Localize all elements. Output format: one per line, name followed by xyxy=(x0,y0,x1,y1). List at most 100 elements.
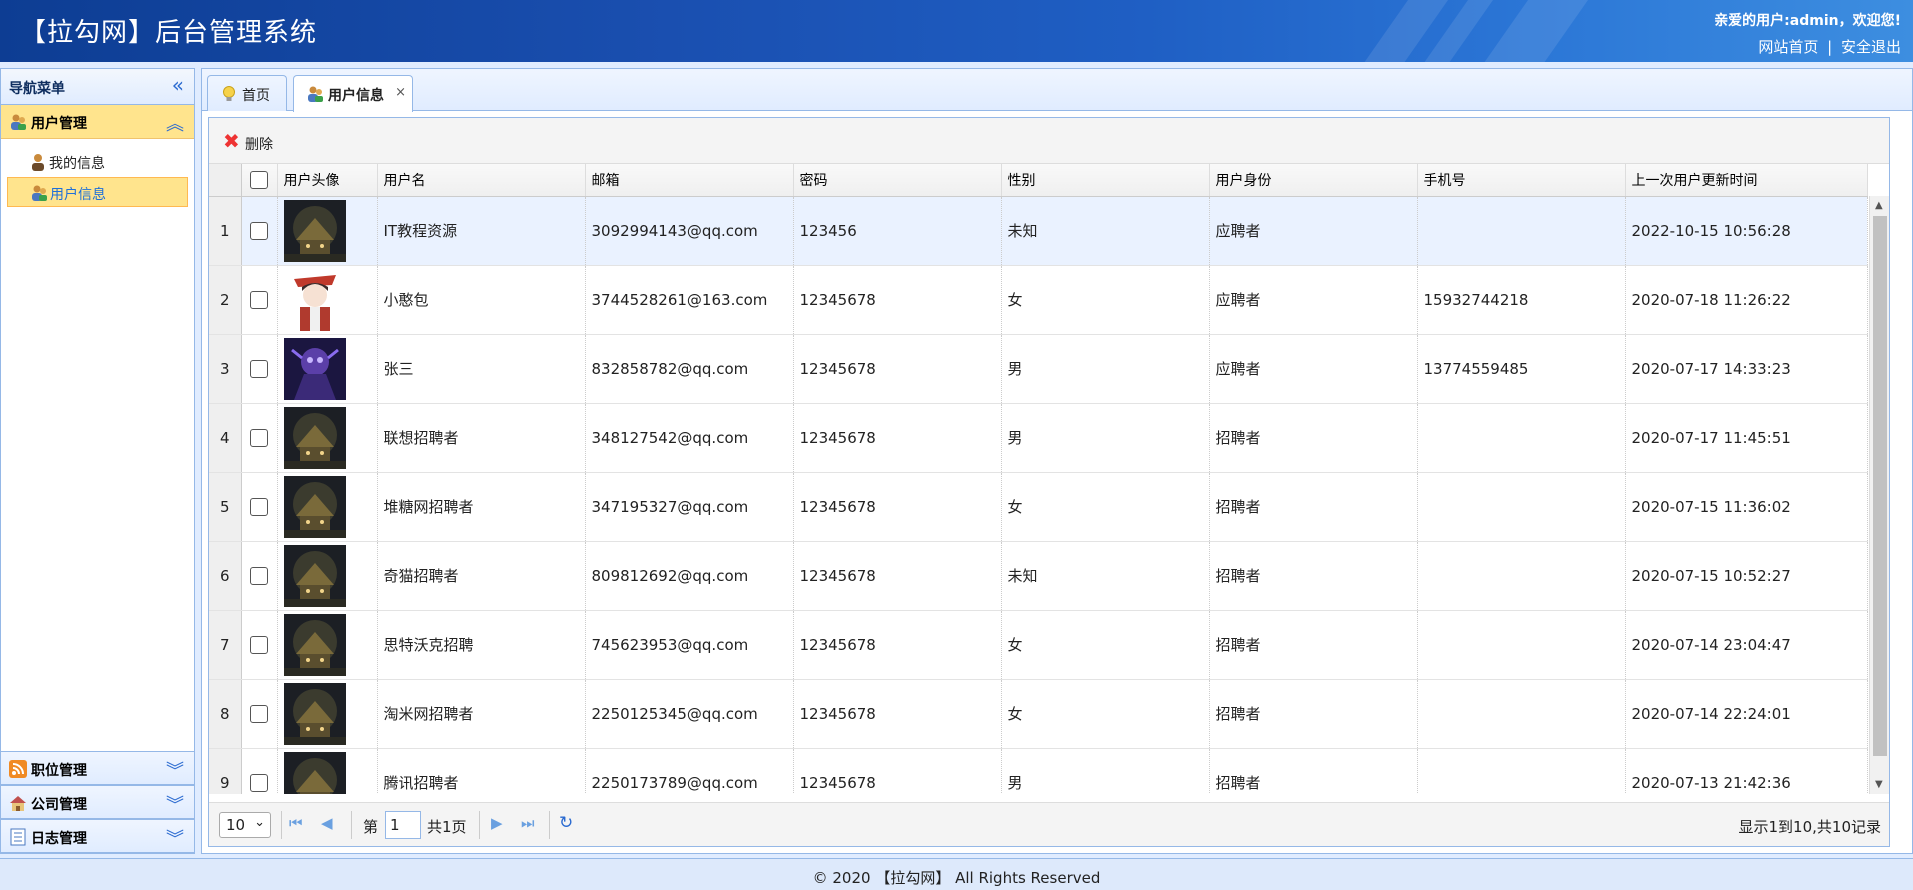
panel-label: 日志管理 xyxy=(31,831,87,847)
select-all-checkbox[interactable] xyxy=(250,170,268,189)
password-cell: 123456 xyxy=(793,196,1002,266)
column-header-gender[interactable]: 性别 xyxy=(1001,164,1210,197)
sidebar-title: 导航菜单 xyxy=(9,81,65,97)
table-row[interactable]: 4 联想招聘者 348127542@qq.com 12345678 男招聘者 2020-0… xyxy=(209,403,1868,473)
page-size-select[interactable]: 10 ⌄ xyxy=(219,812,271,838)
table-row[interactable]: 3 张三 832858782@qq.com 12345678 男应聘者 137745594… xyxy=(209,334,1868,404)
role-cell: 招聘者 xyxy=(1209,472,1418,542)
last-page-icon[interactable]: ⏭ xyxy=(521,814,535,832)
panel-user-management[interactable]: 用户管理 ︽ xyxy=(1,105,194,139)
avatar-dark-house xyxy=(283,544,346,607)
pager-separator xyxy=(549,811,550,839)
sidebar-item-user-info[interactable]: 用户信息 xyxy=(7,177,188,207)
close-icon[interactable]: × xyxy=(395,85,406,100)
table-row[interactable]: 9 腾讯招聘者 2250173789@qq.com 12345678 男招聘者 2020-… xyxy=(209,748,1868,794)
first-page-icon[interactable]: ⏮ xyxy=(289,814,303,832)
row-checkbox[interactable] xyxy=(250,359,268,378)
vertical-scrollbar[interactable]: ▲ ▼ xyxy=(1869,196,1889,794)
sidebar: 导航菜单 « 用户管理 ︽ 我的信息 用户信息 职位管理 ︾ 公司管理 ︾ 日志… xyxy=(0,68,195,854)
column-header-email[interactable]: 邮箱 xyxy=(585,164,794,197)
next-page-icon[interactable]: ▶ xyxy=(491,814,503,832)
avatar-cell xyxy=(277,403,378,473)
page-number-input[interactable]: 1 xyxy=(385,811,421,839)
header-row: 用户头像 用户名 邮箱 密码 性别 用户身份 手机号 上一次用户更新时间 xyxy=(209,164,1868,197)
email-cell: 2250173789@qq.com xyxy=(585,748,794,794)
row-number: 8 xyxy=(209,679,242,749)
pagination-info: 显示1到10,共10记录 xyxy=(1738,818,1882,836)
panel-job-management[interactable]: 职位管理 ︾ xyxy=(1,751,194,785)
role-cell: 应聘者 xyxy=(1209,265,1418,335)
gender-cell: 女 xyxy=(1001,610,1210,680)
row-checkbox[interactable] xyxy=(250,497,268,516)
phone-cell xyxy=(1417,541,1626,611)
tab-home[interactable]: 首页 xyxy=(207,75,287,111)
avatar-cell xyxy=(277,334,378,404)
column-header-avatar[interactable]: 用户头像 xyxy=(277,164,378,197)
row-checkbox[interactable] xyxy=(250,566,268,585)
gender-cell: 男 xyxy=(1001,334,1210,404)
row-checkbox[interactable] xyxy=(250,635,268,654)
column-header-password[interactable]: 密码 xyxy=(793,164,1002,197)
username-cell: IT教程资源 xyxy=(377,196,586,266)
chevron-down-icon[interactable]: ︾ xyxy=(166,757,184,783)
role-cell: 招聘者 xyxy=(1209,610,1418,680)
row-checkbox[interactable] xyxy=(250,704,268,723)
home-link[interactable]: 网站首页 xyxy=(1758,38,1818,56)
avatar-dark-house xyxy=(283,475,346,538)
row-checkbox[interactable] xyxy=(250,773,268,792)
column-header-username[interactable]: 用户名 xyxy=(377,164,586,197)
avatar-cell xyxy=(277,679,378,749)
scroll-thumb[interactable] xyxy=(1873,216,1887,756)
table-row[interactable]: 8 淘米网招聘者 2250125345@qq.com 12345678 女招聘者 2020… xyxy=(209,679,1868,749)
chevron-down-icon[interactable]: ︾ xyxy=(166,791,184,817)
chevron-up-icon[interactable]: ︽ xyxy=(166,110,184,136)
tab-user-info[interactable]: 用户信息 × xyxy=(293,75,413,112)
pagination-bar: 10 ⌄ ⏮ ◀ 第 1 共1页 ▶ ⏭ ↻ 显示1到10,共10记录 xyxy=(209,802,1889,846)
row-checkbox[interactable] xyxy=(250,290,268,309)
avatar-dark-house xyxy=(283,613,346,676)
column-header-phone[interactable]: 手机号 xyxy=(1417,164,1626,197)
scroll-up-icon[interactable]: ▲ xyxy=(1875,200,1883,211)
password-cell: 12345678 xyxy=(793,610,1002,680)
refresh-icon[interactable]: ↻ xyxy=(559,813,573,833)
username-cell: 小憨包 xyxy=(377,265,586,335)
sidebar-item-label: 我的信息 xyxy=(49,156,105,172)
email-cell: 809812692@qq.com xyxy=(585,541,794,611)
updated-time-cell: 2020-07-15 11:36:02 xyxy=(1625,472,1868,542)
column-header-updated[interactable]: 上一次用户更新时间 xyxy=(1625,164,1868,197)
chevron-down-icon[interactable]: ︾ xyxy=(166,825,184,851)
row-checkbox-cell xyxy=(241,748,278,794)
panel-log-management[interactable]: 日志管理 ︾ xyxy=(1,819,194,853)
row-checkbox[interactable] xyxy=(250,428,268,447)
row-number: 9 xyxy=(209,748,242,794)
column-header-role[interactable]: 用户身份 xyxy=(1209,164,1418,197)
updated-time-cell: 2020-07-18 11:26:22 xyxy=(1625,265,1868,335)
panel-company-management[interactable]: 公司管理 ︾ xyxy=(1,785,194,819)
row-number: 2 xyxy=(209,265,242,335)
row-number-header xyxy=(209,164,242,197)
role-cell: 招聘者 xyxy=(1209,679,1418,749)
delete-button[interactable]: ✖ 删除 xyxy=(223,131,283,153)
table-row[interactable]: 6 奇猫招聘者 809812692@qq.com 12345678 未知 招聘者 2020-… xyxy=(209,541,1868,611)
table-row[interactable]: 1 IT教程资源 3092994143@qq.com 123456 未知 应聘者 2022-… xyxy=(209,196,1868,266)
table-row[interactable]: 7 思特沃克招聘 745623953@qq.com 12345678 女招聘者 2020-… xyxy=(209,610,1868,680)
row-checkbox[interactable] xyxy=(250,221,268,240)
table-row[interactable]: 2 小憨包 3744528261@163.com 12345678 女应聘者 159327… xyxy=(209,265,1868,335)
password-cell: 12345678 xyxy=(793,472,1002,542)
user-icon xyxy=(32,154,44,171)
table-row[interactable]: 5 堆糖网招聘者 347195327@qq.com 12345678 女招聘者 2020-… xyxy=(209,472,1868,542)
lightbulb-icon xyxy=(223,86,235,101)
link-separator: | xyxy=(1827,38,1833,56)
email-cell: 347195327@qq.com xyxy=(585,472,794,542)
house-icon xyxy=(10,796,26,811)
scroll-down-icon[interactable]: ▼ xyxy=(1875,779,1883,790)
username-cell: 腾讯招聘者 xyxy=(377,748,586,794)
logout-link[interactable]: 安全退出 xyxy=(1841,38,1901,56)
sidebar-item-my-info[interactable]: 我的信息 xyxy=(7,147,188,177)
sidebar-header: 导航菜单 « xyxy=(1,69,194,105)
row-checkbox-cell xyxy=(241,541,278,611)
prev-page-icon[interactable]: ◀ xyxy=(321,814,333,832)
collapse-left-icon[interactable]: « xyxy=(172,75,184,95)
gender-cell: 男 xyxy=(1001,748,1210,794)
gender-cell: 男 xyxy=(1001,403,1210,473)
